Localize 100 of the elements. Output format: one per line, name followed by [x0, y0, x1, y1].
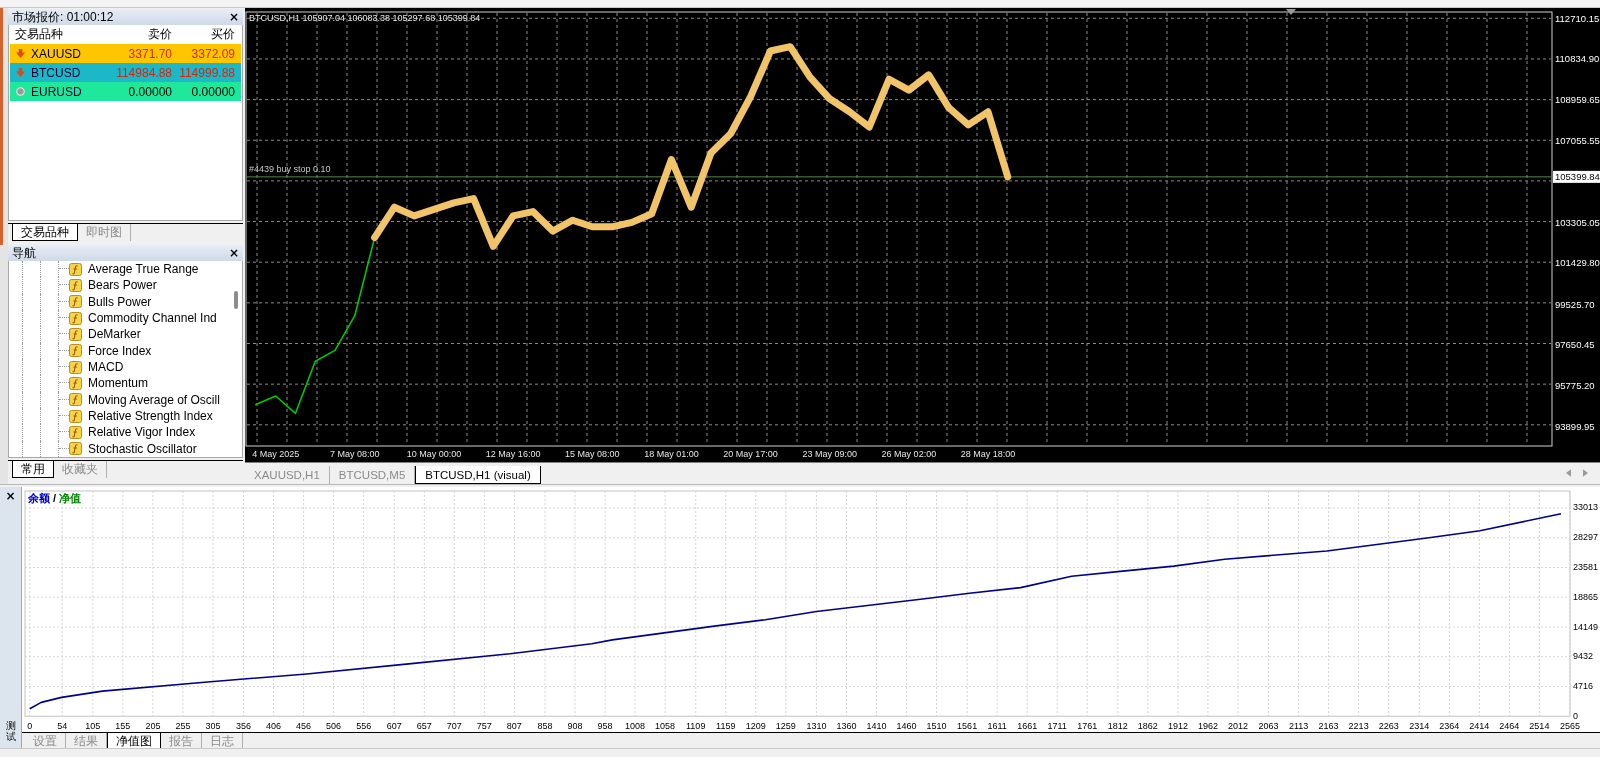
triangle-marker-icon[interactable] [1286, 9, 1296, 15]
trade-axis-label: 1109 [686, 721, 706, 731]
price-cell-text: 3371.70 [127, 46, 173, 61]
trade-axis-label: 1962 [1197, 721, 1218, 731]
function-icon [69, 393, 82, 407]
trade-axis-label: 305 [205, 721, 221, 731]
time-axis-label: 23 May 09:00 [802, 449, 857, 459]
tree-item[interactable]: Commodity Channel Ind [69, 310, 217, 327]
trade-axis-label: 155 [115, 721, 131, 731]
tree-item[interactable]: Bears Power [69, 277, 157, 294]
trade-axis-label: 1058 [655, 721, 676, 731]
trade-axis-label: 807 [506, 721, 522, 731]
close-button[interactable]: × [228, 247, 239, 259]
symbol-cell-text: XAUUSD [30, 46, 82, 61]
scrollbar-thumb[interactable] [234, 291, 238, 309]
quote-row[interactable]: BTCUSD 114984.88 114999.88 [10, 63, 241, 82]
function-icon [69, 262, 82, 276]
tree-item[interactable]: MACD [69, 358, 124, 376]
time-axis-label: 7 May 08:00 [330, 449, 380, 459]
function-icon [69, 360, 82, 374]
tree-item[interactable]: DeMarker [69, 326, 141, 343]
chart-tab[interactable]: BTCUSD,H1 (visual) [415, 466, 541, 484]
trade-axis-label: 607 [386, 721, 402, 731]
trade-axis-label: 406 [266, 721, 282, 731]
trade-axis-label: 2464 [1499, 721, 1520, 731]
trade-axis-label: 205 [145, 721, 161, 731]
trade-axis-label: 958 [597, 721, 613, 731]
trade-axis-label: 1862 [1137, 721, 1158, 731]
price-axis-label: 108959.65 [1555, 93, 1600, 105]
panel-tab[interactable]: 常用 [12, 461, 54, 478]
panel-tab[interactable]: 净值图 [107, 733, 161, 749]
trade-axis-label: 2163 [1318, 721, 1339, 731]
column-header: 交易品种 [14, 26, 64, 43]
function-icon [69, 344, 82, 358]
price-axis-label: 99525.70 [1555, 298, 1595, 310]
trade-axis-label: 0 [27, 721, 33, 731]
trade-axis-label: 105 [85, 721, 101, 731]
order-label: #4439 buy stop 0.10 [249, 163, 331, 174]
close-button[interactable]: × [5, 490, 16, 502]
close-button[interactable]: × [228, 11, 239, 23]
tree-item[interactable]: Average True Range [69, 261, 199, 278]
price-cell-text: 3372.09 [190, 46, 236, 61]
trade-axis-label: 1360 [836, 721, 857, 731]
trade-axis-label: 1410 [866, 721, 887, 731]
trade-axis-label: 1561 [957, 721, 978, 731]
quote-row[interactable]: EURUSD 0.00000 0.00000 [10, 82, 241, 101]
value-axis-label: 18865 [1573, 591, 1599, 602]
tree-item[interactable]: Moving Average of Oscill [69, 391, 220, 408]
trade-axis-label: 1761 [1077, 721, 1098, 731]
value-axis-label: 14149 [1573, 621, 1599, 632]
trade-axis-label: 1510 [926, 721, 947, 731]
panel-tab[interactable]: 交易品种 [12, 224, 78, 241]
trade-axis-label: 1460 [896, 721, 917, 731]
function-icon [69, 279, 82, 292]
tree-item[interactable]: Relative Vigor Index [69, 424, 196, 441]
trade-axis-label: 908 [567, 721, 583, 731]
panel-title: 导航 [12, 244, 36, 262]
column-header: 买价 [210, 26, 236, 43]
trade-axis-label: 456 [296, 721, 312, 731]
trade-axis-label: 2263 [1378, 721, 1399, 731]
value-axis-label: 33013 [1573, 502, 1599, 513]
time-axis-label: 15 May 08:00 [565, 449, 620, 459]
trade-axis-label: 757 [476, 721, 492, 731]
function-icon [69, 311, 82, 325]
quote-row[interactable]: XAUUSD 3371.70 3372.09 [10, 44, 241, 63]
value-axis-label: 23581 [1573, 562, 1599, 572]
tree-item[interactable]: Bulls Power [69, 293, 152, 310]
trade-axis-label: 1912 [1167, 721, 1188, 731]
trade-axis-label: 2012 [1227, 721, 1248, 731]
tree-item[interactable]: Momentum [69, 375, 149, 392]
trade-axis-label: 2514 [1529, 721, 1550, 731]
trade-axis-label: 2364 [1439, 721, 1460, 731]
trade-axis-label: 657 [416, 721, 432, 731]
trade-axis-label: 2113 [1288, 721, 1309, 731]
trade-axis-label: 255 [175, 721, 191, 731]
time-axis-label: 18 May 01:00 [644, 449, 699, 459]
tree-item[interactable]: Force Index [69, 342, 152, 359]
price-axis-label: 112710.15 [1555, 12, 1600, 24]
value-axis-label: 0 [1573, 710, 1578, 721]
time-axis-label: 10 May 00:00 [406, 449, 462, 459]
trade-axis-label: 1008 [625, 721, 646, 731]
trade-axis-label: 1611 [987, 721, 1007, 731]
price-axis-label: 97650.45 [1555, 339, 1595, 351]
trade-axis-label: 2213 [1348, 721, 1369, 731]
price-axis-label: 103305.05 [1555, 216, 1600, 228]
tree-item[interactable]: Stochastic Oscillator [69, 440, 197, 457]
trade-axis-label: 1259 [775, 721, 796, 731]
price-cell-text: 114999.88 [178, 65, 236, 80]
function-icon [69, 295, 82, 309]
price-cell-text: 0.00000 [190, 84, 236, 99]
left-arrow-icon[interactable] [1566, 469, 1571, 477]
trade-axis-label: 1661 [1017, 721, 1038, 731]
trade-axis-label: 2314 [1409, 721, 1430, 731]
trade-axis-label: 356 [236, 721, 252, 731]
time-axis-label: 4 May 2025 [252, 449, 300, 459]
trade-axis-label: 2063 [1258, 721, 1279, 731]
right-arrow-icon[interactable] [1583, 469, 1588, 477]
price-axis-label: 110834.90 [1555, 53, 1600, 65]
tree-item[interactable]: Relative Strength Index [69, 407, 213, 425]
trade-axis-label: 1812 [1107, 721, 1128, 731]
